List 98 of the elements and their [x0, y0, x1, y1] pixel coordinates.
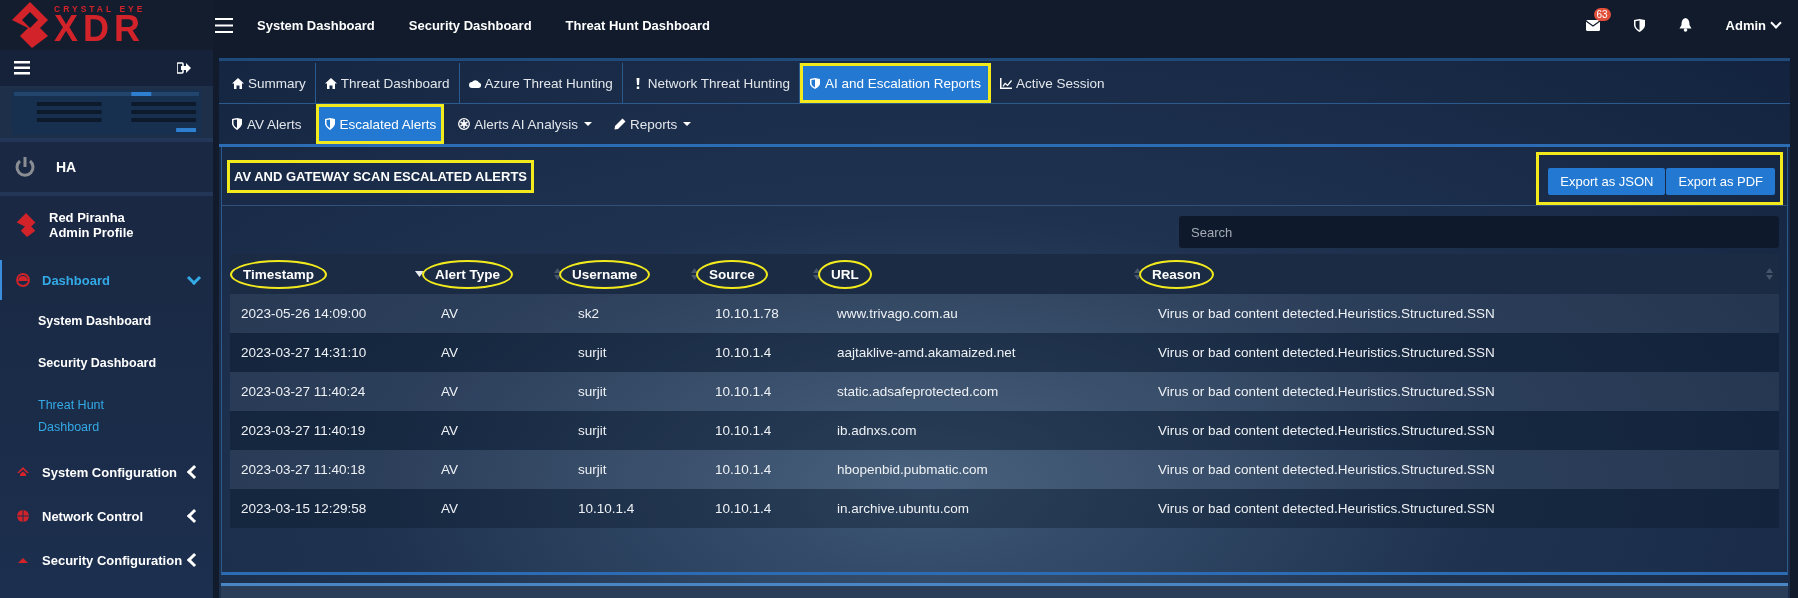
brand-tagline: CRYSTAL EYE: [54, 4, 146, 14]
bell-icon[interactable]: [1678, 18, 1692, 32]
gauge-icon: [16, 273, 30, 287]
column-header[interactable]: Reason: [1139, 259, 1214, 289]
power-icon[interactable]: [14, 156, 36, 178]
table-cell-text: hbopenbid.pubmatic.com: [836, 462, 989, 477]
table-cell-text: 2023-03-27 11:40:18: [240, 462, 367, 477]
tab[interactable]: Threat Dashboard: [315, 63, 460, 103]
column-header[interactable]: Timestamp: [230, 259, 328, 289]
table-cell-text: Virus or bad content detected.Heuristics.Structured.SSN: [1157, 501, 1496, 516]
table-cell-text: www.trivago.com.au: [836, 306, 959, 321]
house-icon: [16, 465, 30, 479]
sort-icon[interactable]: [691, 268, 698, 280]
sign-out-icon[interactable]: [177, 62, 191, 74]
tab[interactable]: Summary: [223, 63, 316, 103]
tab[interactable]: Active Session: [991, 63, 1114, 103]
ha-label: HA: [56, 159, 77, 175]
sidebar-subitem[interactable]: Security Dashboard: [0, 342, 178, 384]
table-cell-text: AV: [440, 462, 459, 477]
shield-icon[interactable]: [1633, 18, 1645, 32]
sidebar-item[interactable]: Security Configuration: [0, 540, 213, 580]
table-cell-text: 2023-03-15 12:29:58: [240, 501, 368, 516]
table-cell-text: AV: [440, 501, 459, 516]
sort-icon[interactable]: [1134, 268, 1141, 280]
table-cell-text: ib.adnxs.com: [836, 423, 918, 438]
globe-icon: [16, 509, 30, 523]
asterisk-icon: [458, 118, 471, 130]
sidebar-subitem[interactable]: System Dashboard: [0, 300, 178, 342]
pencil-icon: [613, 118, 626, 130]
sidebar-item[interactable]: Dashboard: [0, 260, 213, 300]
column-header[interactable]: Username: [559, 259, 651, 289]
user-menu[interactable]: Admin: [1725, 17, 1780, 33]
table-cell-text: in.archive.ubuntu.com: [836, 501, 971, 516]
sub-tab[interactable]: Reports: [605, 104, 700, 144]
nav-link[interactable]: Threat Hunt Dashboard: [565, 17, 711, 33]
table-cell-text: Virus or bad content detected.Heuristics.Structured.SSN: [1157, 423, 1496, 438]
table-cell-text: Virus or bad content detected.Heuristics.Structured.SSN: [1157, 345, 1496, 360]
table-cell-text: sk2: [577, 306, 600, 321]
sub-tab[interactable]: Escalated Alerts: [315, 104, 445, 144]
table-cell-text: AV: [440, 423, 459, 438]
diamond-logo-icon: [15, 212, 37, 238]
sidebar-item[interactable]: System Configuration: [0, 452, 213, 492]
table-cell-text: aajtaklive-amd.akamaized.net: [836, 345, 1017, 360]
nav-link[interactable]: Security Dashboard: [408, 17, 532, 33]
cloud-icon: [468, 77, 481, 89]
table-cell-text: 2023-03-27 11:40:24: [240, 384, 367, 399]
table-cell-text: Virus or bad content detected.Heuristics.Structured.SSN: [1157, 462, 1496, 477]
table-cell-text: 10.10.1.4: [577, 501, 636, 516]
profile-name: Red Piranha: [49, 210, 126, 225]
table-cell-text: surjit: [577, 384, 608, 399]
table-cell-text: 10.10.1.78: [714, 306, 780, 321]
table-cell-text: 2023-03-27 14:31:10: [240, 345, 368, 360]
table-cell-text: AV: [440, 384, 459, 399]
nav-link[interactable]: System Dashboard: [257, 17, 375, 33]
column-header[interactable]: URL: [818, 259, 872, 289]
tab[interactable]: Network Threat Hunting: [622, 63, 800, 103]
column-header[interactable]: Source: [696, 259, 768, 289]
mail-icon[interactable]: [1585, 19, 1600, 31]
table-cell-text: 2023-03-27 11:40:19: [240, 423, 367, 438]
table-cell-text: AV: [440, 306, 459, 321]
export-button[interactable]: Export as JSON: [1548, 167, 1666, 195]
panel-title: AV AND GATEWAY SCAN ESCALATED ALERTS: [227, 159, 534, 193]
export-button[interactable]: Export as PDF: [1666, 167, 1775, 195]
sort-icon[interactable]: [554, 268, 561, 280]
brand-name: XDR: [54, 13, 146, 46]
table-cell-text: 10.10.1.4: [714, 462, 773, 477]
tab[interactable]: Azure Threat Hunting: [459, 63, 623, 103]
shield-icon: [809, 77, 821, 89]
shield-icon: [231, 118, 243, 130]
table-cell-text: 10.10.1.4: [714, 345, 773, 360]
menu-icon[interactable]: [215, 17, 233, 33]
table-cell-text: surjit: [577, 462, 608, 477]
search-field[interactable]: Search: [1179, 216, 1779, 248]
shield-icon: [323, 118, 336, 130]
table-cell-text: Virus or bad content detected.Heuristics.Structured.SSN: [1157, 384, 1496, 399]
table-cell-text: static.adsafeprotected.com: [836, 384, 1000, 399]
table-cell-text: 2023-05-26 14:09:00: [240, 306, 368, 321]
sort-descending-icon[interactable]: [415, 271, 424, 277]
table-cell-text: 10.10.1.4: [714, 423, 773, 438]
menu-icon[interactable]: [14, 61, 30, 75]
house-icon: [232, 77, 244, 89]
tab[interactable]: AI and Escalation Reports: [800, 63, 992, 103]
sub-tab[interactable]: Alerts AI Analysis: [450, 104, 600, 144]
line-chart-icon: [1000, 77, 1013, 89]
sort-icon[interactable]: [813, 268, 820, 280]
sidebar-item[interactable]: Network Control: [0, 496, 213, 536]
table-cell-text: 10.10.1.4: [714, 384, 773, 399]
table-cell-text: surjit: [577, 423, 608, 438]
house-icon: [324, 77, 337, 89]
table-cell-text: surjit: [577, 345, 608, 360]
profile-role: Admin Profile: [49, 225, 134, 240]
sidebar-subitem[interactable]: Threat Hunt Dashboard: [0, 384, 178, 448]
sub-tab[interactable]: AV Alerts: [223, 104, 310, 144]
table-cell-text: AV: [440, 345, 459, 360]
notification-badge: 63: [1593, 7, 1611, 21]
column-header[interactable]: Alert Type: [422, 259, 513, 289]
table-cell-text: 10.10.1.4: [714, 501, 773, 516]
table-cell-text: Virus or bad content detected.Heuristics.Structured.SSN: [1157, 306, 1496, 321]
